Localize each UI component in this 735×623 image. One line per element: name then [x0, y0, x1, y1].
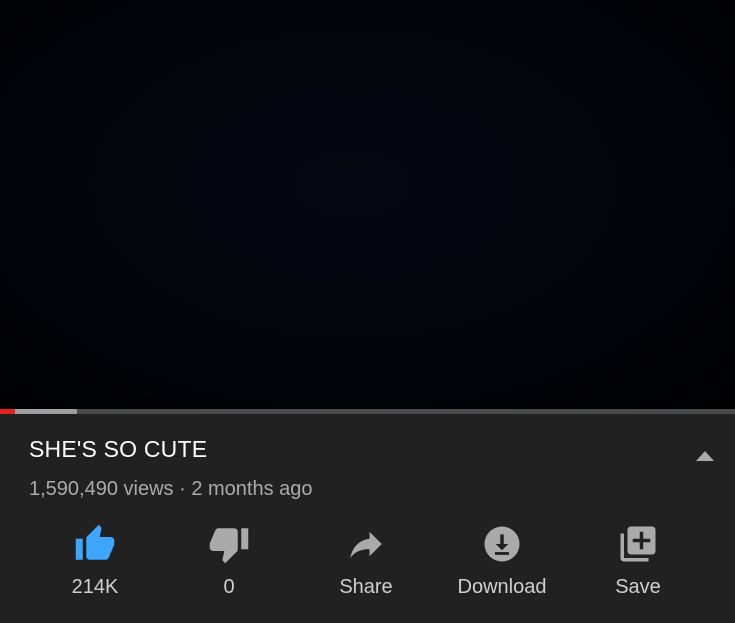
download-icon: [480, 522, 524, 566]
action-bar: 214K 0 Share Download Save: [0, 522, 735, 612]
meta-separator: ·: [173, 478, 192, 500]
like-button[interactable]: 214K: [30, 522, 160, 602]
video-title[interactable]: SHE'S SO CUTE: [29, 436, 207, 463]
dislike-count: 0: [223, 576, 235, 598]
video-player[interactable]: [0, 0, 735, 410]
save-button[interactable]: Save: [573, 522, 703, 602]
share-button[interactable]: Share: [301, 522, 431, 602]
upload-age: 2 months ago: [191, 478, 313, 500]
share-icon: [344, 522, 388, 566]
download-button[interactable]: Download: [437, 522, 567, 602]
save-label: Save: [615, 576, 661, 598]
video-meta: 1,590,490 views · 2 months ago: [29, 478, 313, 501]
like-count: 214K: [71, 576, 119, 598]
collapse-description-button[interactable]: [690, 444, 720, 468]
download-label: Download: [457, 576, 547, 598]
playlist-add-icon: [616, 522, 660, 566]
caret-up-icon: [696, 451, 714, 461]
dislike-button[interactable]: 0: [164, 522, 294, 602]
thumbs-down-icon: [207, 522, 251, 566]
video-details-panel: SHE'S SO CUTE 1,590,490 views · 2 months…: [0, 414, 735, 623]
share-label: Share: [339, 576, 393, 598]
view-count: 1,590,490 views: [29, 478, 174, 500]
screen: SHE'S SO CUTE 1,590,490 views · 2 months…: [0, 0, 735, 623]
thumbs-up-icon: [73, 522, 117, 566]
